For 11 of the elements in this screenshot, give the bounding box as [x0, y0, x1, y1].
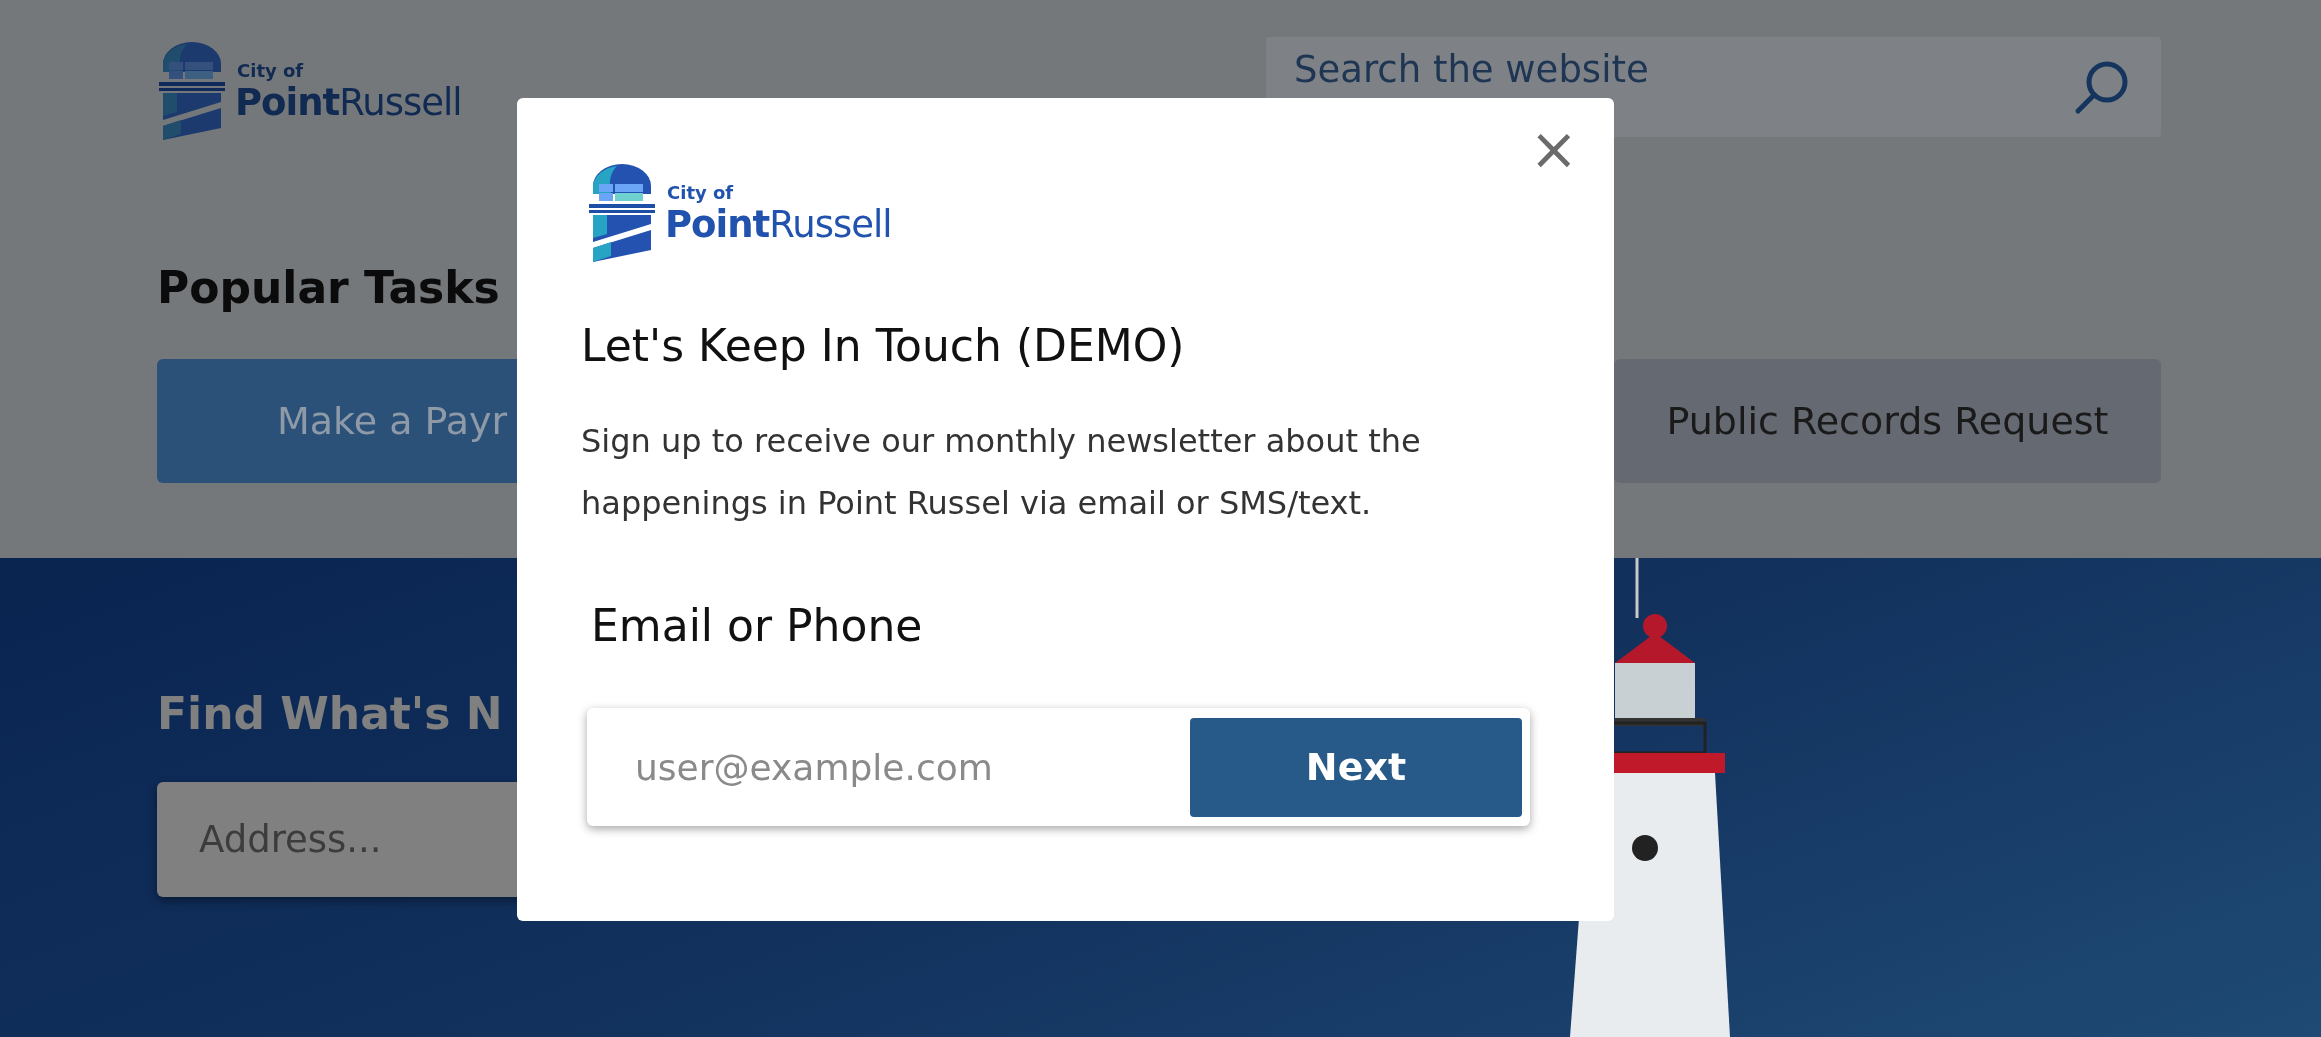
logo-name: PointRussell: [665, 205, 892, 243]
logo-name: PointRussell: [235, 83, 462, 121]
lighthouse-logo-icon: [587, 164, 657, 262]
section-heading: Popular Tasks: [157, 262, 500, 313]
field-label: Email or Phone: [591, 600, 923, 651]
task-button[interactable]: Public Records Request: [1614, 359, 2161, 483]
logo-tagline: City of: [667, 183, 735, 202]
logo-tagline: City of: [237, 61, 305, 80]
hero-heading: Find What's N: [157, 688, 503, 739]
lighthouse-logo-icon: [157, 42, 227, 140]
next-button[interactable]: Next: [1190, 717, 1522, 817]
